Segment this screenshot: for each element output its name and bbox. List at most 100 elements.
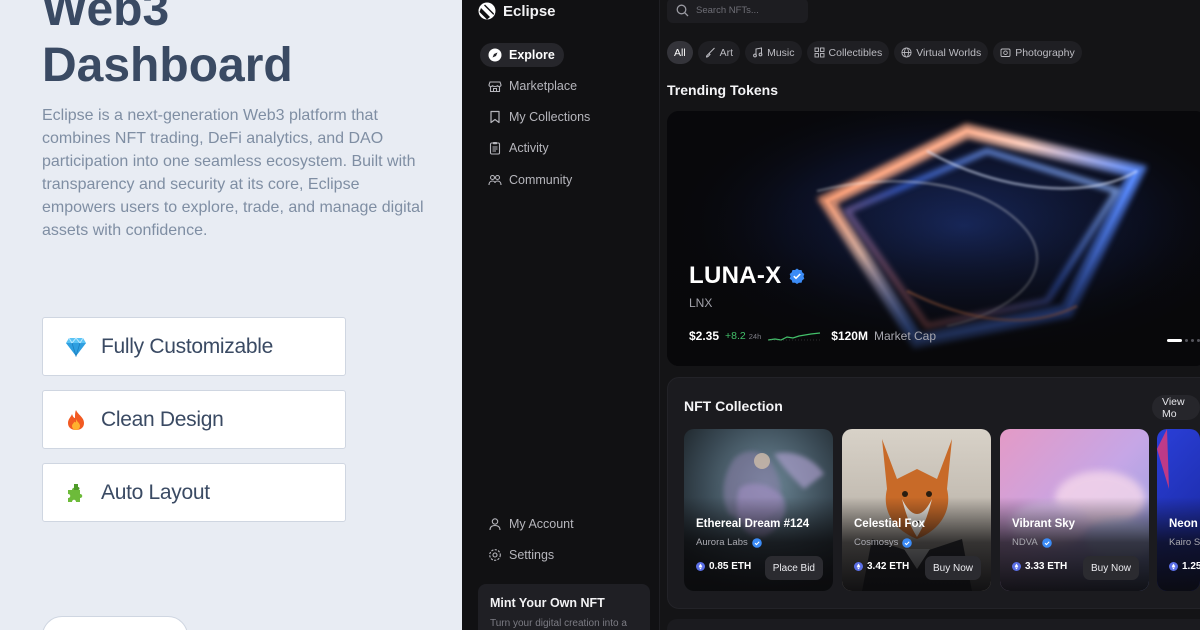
promo-description: Eclipse is a next-generation Web3 platfo… <box>42 107 424 239</box>
promo-title: Web3 Dashboard <box>42 0 442 94</box>
nft-name: Ethereal Dream #124 <box>696 518 810 530</box>
token-symbol: LNX <box>689 296 713 310</box>
sidebar-item-settings[interactable]: Settings <box>480 543 563 567</box>
eth-icon <box>854 562 863 571</box>
feature-card-auto-layout: Auto Layout <box>42 463 346 522</box>
category-chip-all[interactable]: All <box>667 41 693 64</box>
sidebar-item-my-collections[interactable]: My Collections <box>480 105 599 129</box>
eclipse-logo-icon <box>478 2 496 20</box>
promo-cta-button[interactable] <box>42 616 188 630</box>
chip-label: Music <box>767 46 795 59</box>
market-cap-label: Market Cap <box>873 329 937 343</box>
sidebar-item-label: Explore <box>509 48 555 62</box>
sidebar-item-activity[interactable]: Activity <box>480 136 558 160</box>
camera-icon <box>1000 48 1011 57</box>
category-chip-photography[interactable]: Photography <box>993 41 1082 64</box>
promo-title-line2: Dashboard <box>42 39 293 92</box>
nft-name: Celestial Fox <box>854 518 925 530</box>
feature-card-clean-design: Clean Design <box>42 390 346 449</box>
place-bid-button[interactable]: Place Bid <box>764 556 823 580</box>
sparkline-icon <box>768 332 821 341</box>
puzzle-icon <box>63 480 89 506</box>
feature-card-customizable: Fully Customizable <box>42 317 346 376</box>
sidebar-item-marketplace[interactable]: Marketplace <box>480 74 586 98</box>
chip-label: All <box>674 46 686 59</box>
nft-card[interactable]: Neon S Kairo S 1.25 <box>1157 429 1200 591</box>
nft-creator-row: NDVA <box>1012 537 1052 548</box>
eth-icon <box>696 562 705 571</box>
nft-price: 3.42 ETH <box>867 561 910 572</box>
sidebar: Eclipse Explore Marketplace My Collectio… <box>462 0 660 630</box>
eth-icon <box>1012 562 1021 571</box>
search-input[interactable] <box>696 5 796 16</box>
verified-badge-icon <box>902 537 913 548</box>
token-name: LUNA-X <box>689 262 782 289</box>
carousel-dot[interactable] <box>1185 339 1188 342</box>
sidebar-item-community[interactable]: Community <box>480 168 581 192</box>
promo-title-line1: Web3 <box>42 0 170 36</box>
nft-creator-row: Cosmosys <box>854 537 913 548</box>
category-chip-art[interactable]: Art <box>697 41 741 64</box>
carousel-dot-active[interactable] <box>1167 339 1182 342</box>
sidebar-item-label: Settings <box>509 548 555 562</box>
category-chip-virtual-worlds[interactable]: Virtual Worlds <box>894 41 989 64</box>
compass-icon <box>488 48 502 62</box>
token-change-period: 24h <box>748 331 762 341</box>
search-bar[interactable] <box>667 0 808 23</box>
gear-icon <box>489 549 501 561</box>
next-section-panel <box>667 619 1200 630</box>
nft-creator: Kairo S <box>1169 537 1200 548</box>
sidebar-item-label: My Collections <box>509 110 591 124</box>
promo-panel: Web3 Dashboard Eclipse is a next-generat… <box>0 0 462 630</box>
sidebar-item-label: Community <box>509 173 573 187</box>
buy-now-button[interactable]: Buy Now <box>1082 556 1139 580</box>
market-cap-value: $120M <box>831 329 868 343</box>
store-icon <box>488 81 502 93</box>
carousel-dots <box>1167 339 1200 342</box>
sidebar-item-my-account[interactable]: My Account <box>480 512 583 536</box>
chip-label: Art <box>719 46 734 59</box>
nft-creator: Aurora Labs <box>696 537 748 548</box>
nft-creator-row: Aurora Labs <box>696 537 762 548</box>
chip-label: Virtual Worlds <box>916 46 982 59</box>
user-icon <box>489 518 501 531</box>
verified-badge-icon <box>790 268 805 284</box>
mint-subtitle: Turn your digital creation into a <box>490 618 627 629</box>
buy-now-button[interactable]: Buy Now <box>924 556 981 580</box>
sidebar-item-label: Marketplace <box>509 79 578 93</box>
nft-creator-row: Kairo S <box>1169 537 1200 548</box>
nft-collection-title: NFT Collection <box>684 398 783 414</box>
nft-name: Vibrant Sky <box>1012 518 1076 530</box>
token-stats: $2.35 +8.2 24h $120M Market Cap <box>689 329 936 343</box>
brand-logo[interactable]: Eclipse <box>478 2 556 20</box>
nft-card[interactable]: Ethereal Dream #124 Aurora Labs 0.85 ETH… <box>684 429 833 591</box>
nft-name: Neon S <box>1169 518 1200 530</box>
feature-label: Clean Design <box>101 407 224 431</box>
mint-nft-card[interactable]: Mint Your Own NFT Turn your digital crea… <box>478 584 650 630</box>
brush-icon <box>705 47 715 58</box>
category-chip-music[interactable]: Music <box>745 41 802 64</box>
verified-badge-icon <box>751 537 762 548</box>
chip-label: Collectibles <box>828 46 883 59</box>
token-name-row: LUNA-X <box>689 262 805 290</box>
clipboard-icon <box>489 142 501 155</box>
eth-icon <box>1169 562 1178 571</box>
music-icon <box>753 47 763 58</box>
bookmark-icon <box>490 110 500 124</box>
token-price: $2.35 <box>689 329 720 343</box>
users-icon <box>488 174 502 186</box>
nft-card[interactable]: Vibrant Sky NDVA 3.33 ETH Buy Now <box>1000 429 1149 591</box>
feature-label: Auto Layout <box>101 480 210 504</box>
carousel-dot[interactable] <box>1191 339 1194 342</box>
trending-token-card[interactable]: LUNA-X LNX $2.35 +8.2 24h $120M Market C… <box>667 111 1200 366</box>
sidebar-item-explore[interactable]: Explore <box>480 43 564 67</box>
category-chip-collectibles[interactable]: Collectibles <box>806 41 890 64</box>
view-more-button[interactable]: View Mo <box>1152 395 1200 420</box>
nft-creator: Cosmosys <box>854 537 899 548</box>
search-icon <box>676 4 689 17</box>
nft-card[interactable]: Celestial Fox Cosmosys 3.42 ETH Buy Now <box>842 429 991 591</box>
grid-icon <box>814 47 824 58</box>
chip-label: Photography <box>1015 46 1075 59</box>
gem-icon <box>63 334 89 360</box>
trending-title: Trending Tokens <box>667 82 778 98</box>
